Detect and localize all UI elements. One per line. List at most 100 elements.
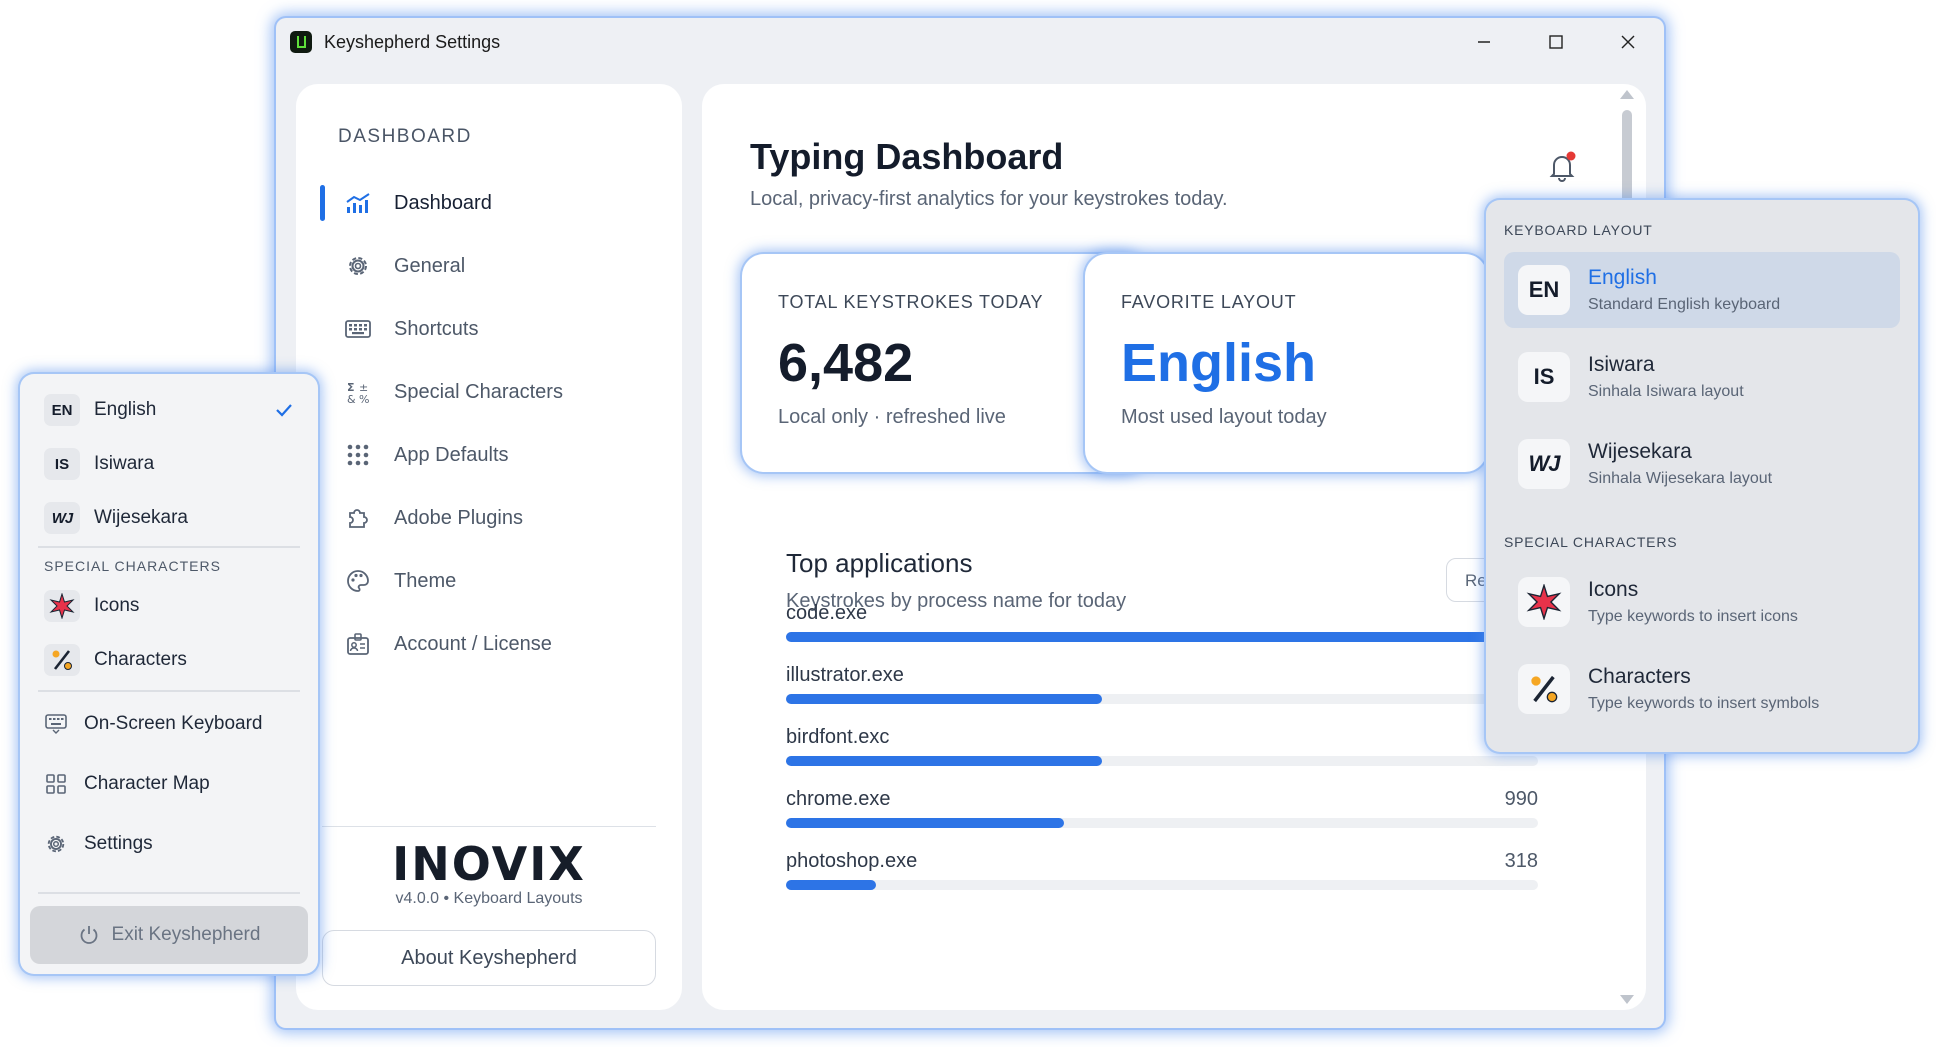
tray-settings[interactable]: Settings <box>44 822 153 866</box>
app-row: code.exe <box>786 602 1538 662</box>
sidebar-item-special-characters[interactable]: Σ ± &% Special Characters <box>320 367 660 417</box>
brand-wordmark: INOVIX <box>392 837 586 888</box>
app-name: code.exe <box>786 602 868 624</box>
layout-option-desc: Sinhala Isiwara layout <box>1588 383 1744 400</box>
app-bar-fill <box>786 818 1065 828</box>
app-count: 318 <box>1504 850 1538 872</box>
sidebar-divider <box>322 826 656 827</box>
scroll-up-arrow[interactable] <box>1620 90 1634 99</box>
notification-dot <box>1566 151 1576 161</box>
sidebar-item-adobe-plugins[interactable]: Adobe Plugins <box>320 493 660 543</box>
tray-on-screen-keyboard[interactable]: On-Screen Keyboard <box>44 702 263 746</box>
layout-badge: EN <box>1518 265 1570 315</box>
sidebar-item-account-license[interactable]: Account / License <box>320 619 660 669</box>
special-option-title: Characters <box>1588 665 1691 688</box>
close-button[interactable] <box>1592 18 1664 66</box>
app-name: illustrator.exe <box>786 664 904 686</box>
window-controls <box>1448 18 1664 66</box>
layout-option-title: English <box>1588 266 1657 289</box>
app-count: 990 <box>1504 788 1538 810</box>
exit-label: Exit Keyshepherd <box>111 924 261 945</box>
layout-option-desc: Standard English keyboard <box>1588 296 1781 313</box>
check-icon <box>276 404 292 417</box>
tray-layout-label: Wijesekara <box>94 507 188 528</box>
sidebar-heading: DASHBOARD <box>338 126 472 147</box>
app-bar-fill <box>786 756 1102 766</box>
tray-divider <box>38 546 300 548</box>
tray-special-icons[interactable]: Icons <box>44 584 300 628</box>
star-burst-icon <box>1518 577 1570 627</box>
app-bar-track <box>786 880 1538 890</box>
layout-badge: EN <box>44 394 80 426</box>
close-icon <box>1621 35 1635 49</box>
palette-icon <box>344 567 372 595</box>
tray-layout-english[interactable]: EN English <box>44 388 300 432</box>
tray-special-characters[interactable]: Characters <box>44 638 300 682</box>
sidebar-item-dashboard[interactable]: Dashboard <box>320 178 660 228</box>
sidebar: DASHBOARD Dashboard General Shortcuts Σ ±… <box>296 84 682 1010</box>
id-card-icon <box>344 630 372 658</box>
minimize-button[interactable] <box>1448 18 1520 66</box>
tray-divider <box>38 892 300 894</box>
sidebar-item-label: Special Characters <box>394 380 563 403</box>
grid-dots-icon <box>344 441 372 469</box>
special-characters-icon: Σ ± &% <box>344 378 372 406</box>
notifications-button[interactable] <box>1544 148 1580 184</box>
title-bar[interactable]: Keyshepherd Settings <box>276 18 1664 66</box>
exit-button[interactable]: Exit Keyshepherd <box>30 906 308 964</box>
special-option-icons[interactable]: Icons Type keywords to insert icons <box>1504 564 1900 640</box>
sidebar-item-shortcuts[interactable]: Shortcuts <box>320 304 660 354</box>
card-label: TOTAL KEYSTROKES TODAY <box>778 292 1044 312</box>
settings-window: Keyshepherd Settings DASHBOARD Dashboard <box>276 18 1664 1028</box>
app-row: birdfont.exc1,107 <box>786 726 1538 786</box>
card-label: FAVORITE LAYOUT <box>1121 292 1297 312</box>
app-row: illustrator.exe <box>786 664 1538 724</box>
tray-layout-isiwara[interactable]: IS Isiwara <box>44 442 300 486</box>
app-bar-fill <box>786 694 1102 704</box>
tray-special-label: Icons <box>94 595 140 616</box>
sidebar-item-label: Shortcuts <box>394 317 479 340</box>
sidebar-item-label: Adobe Plugins <box>394 506 523 529</box>
sidebar-item-label: General <box>394 254 466 277</box>
app-name: chrome.exe <box>786 788 891 810</box>
special-option-desc: Type keywords to insert symbols <box>1588 695 1820 712</box>
total-keystrokes-card: TOTAL KEYSTROKES TODAY 6,482 Local only … <box>742 254 1144 472</box>
percent-icon <box>1518 664 1570 714</box>
special-characters-heading: SPECIAL CHARACTERS <box>1504 534 1678 550</box>
bell-icon <box>1549 151 1576 182</box>
app-name: photoshop.exe <box>786 850 918 872</box>
layout-badge: WJ <box>1518 439 1570 489</box>
gear-icon <box>344 252 372 280</box>
layout-option-isiwara[interactable]: IS Isiwara Sinhala Isiwara layout <box>1504 339 1900 415</box>
app-row: photoshop.exe 318 <box>786 850 1538 910</box>
maximize-button[interactable] <box>1520 18 1592 66</box>
tray-layout-wijesekara[interactable]: WJ Wijesekara <box>44 496 300 540</box>
scroll-down-arrow[interactable] <box>1620 995 1634 1004</box>
sidebar-item-general[interactable]: General <box>320 241 660 291</box>
keyboard-icon <box>344 315 372 343</box>
sidebar-item-app-defaults[interactable]: App Defaults <box>320 430 660 480</box>
app-name: birdfont.exc <box>786 726 890 748</box>
special-option-desc: Type keywords to insert icons <box>1588 608 1798 625</box>
app-bar-track <box>786 632 1538 642</box>
app-bar-fill <box>786 632 1538 642</box>
grid-icon <box>44 774 68 794</box>
tray-character-map[interactable]: Character Map <box>44 762 210 806</box>
sidebar-item-label: Theme <box>394 569 457 592</box>
svg-text:&: & <box>347 393 356 404</box>
tray-special-heading: SPECIAL CHARACTERS <box>44 558 221 574</box>
about-button[interactable]: About Keyshepherd <box>322 930 656 986</box>
layout-option-wijesekara[interactable]: WJ Wijesekara Sinhala Wijesekara layout <box>1504 426 1900 502</box>
keyboard-layout-heading: KEYBOARD LAYOUT <box>1504 222 1653 238</box>
card-note: Local only · refreshed live <box>778 406 1006 428</box>
layout-option-desc: Sinhala Wijesekara layout <box>1588 470 1773 487</box>
layout-option-english[interactable]: EN English Standard English keyboard <box>1504 252 1900 328</box>
special-option-characters[interactable]: Characters Type keywords to insert symbo… <box>1504 651 1900 727</box>
sidebar-item-theme[interactable]: Theme <box>320 556 660 606</box>
layout-option-title: Wijesekara <box>1588 440 1692 463</box>
app-logo-icon <box>290 31 312 53</box>
svg-text:%: % <box>359 393 369 404</box>
gear-icon <box>44 833 68 855</box>
tray-divider <box>38 690 300 692</box>
tray-action-label: Settings <box>84 833 153 854</box>
